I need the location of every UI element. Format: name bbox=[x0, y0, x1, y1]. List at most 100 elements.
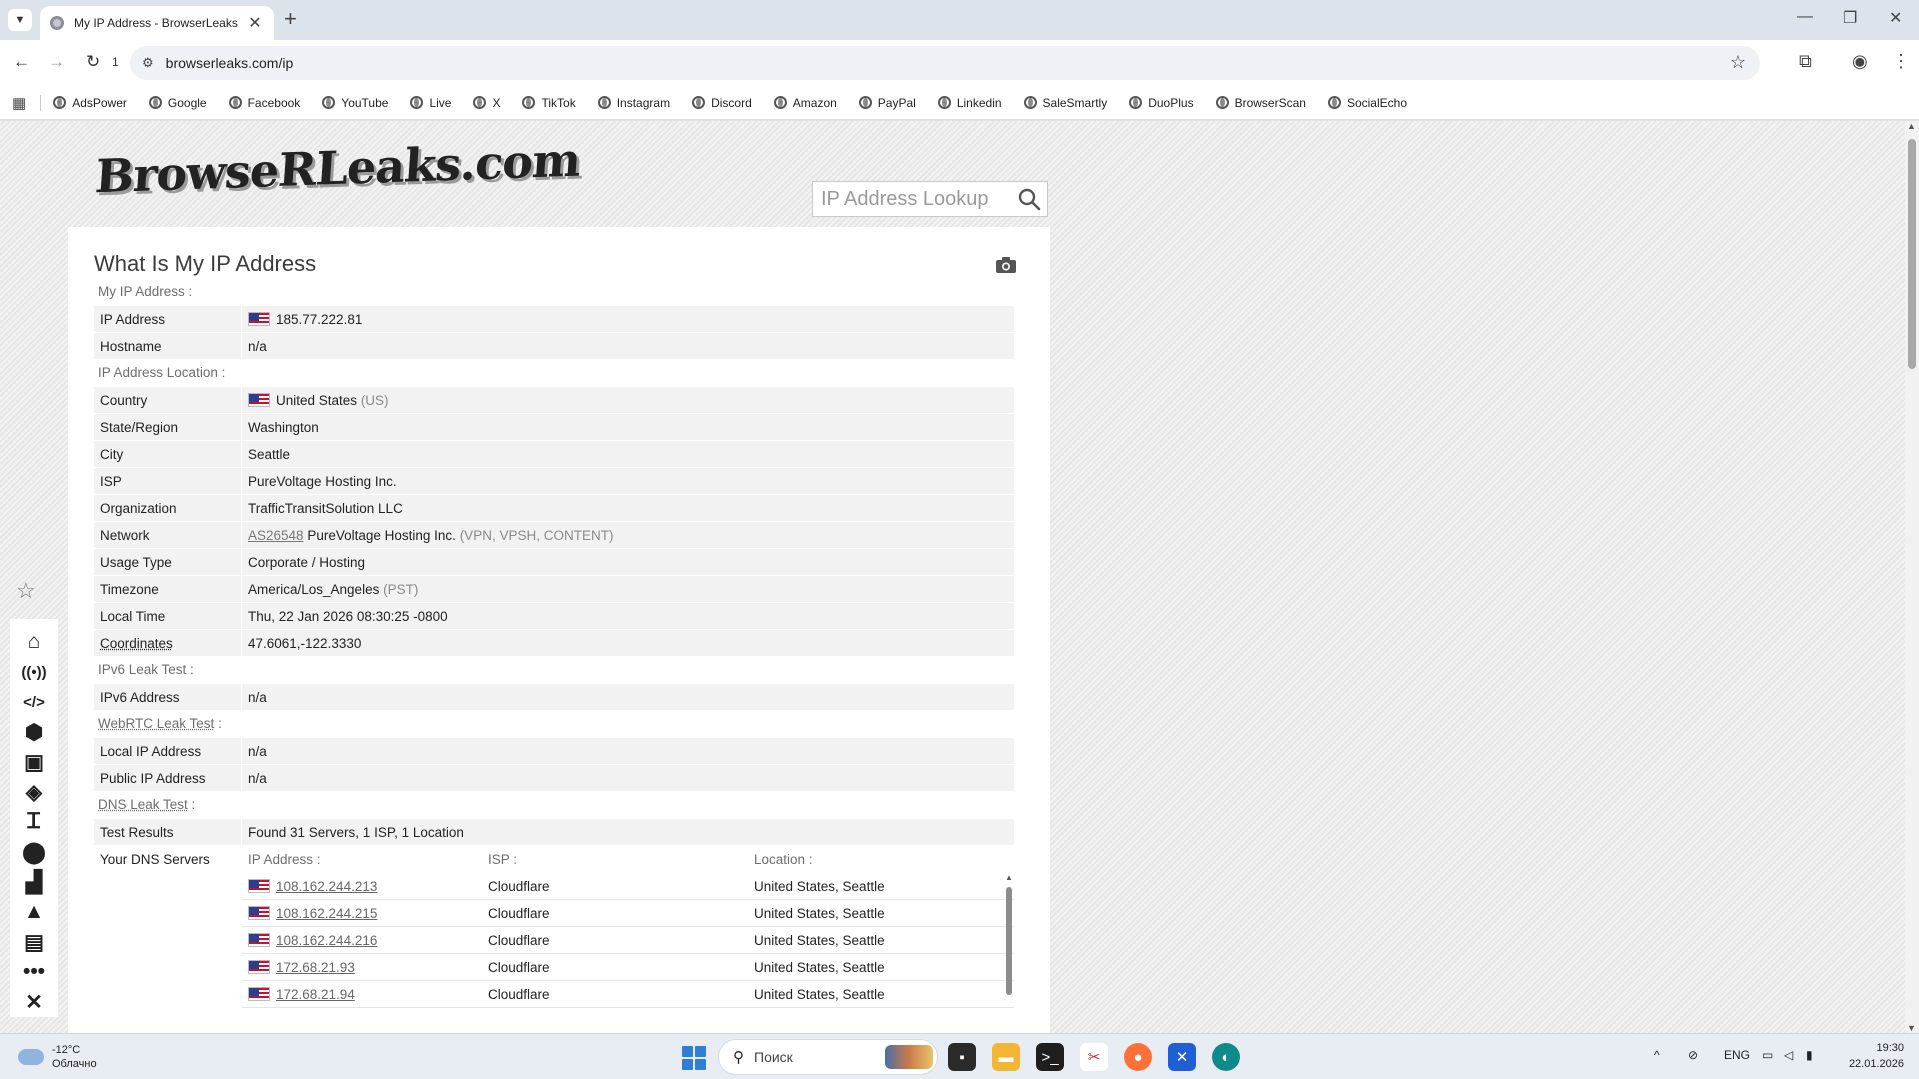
bookmark-x[interactable]: X bbox=[473, 96, 500, 110]
us-flag-icon bbox=[248, 987, 270, 1001]
dns-ip-link[interactable]: 108.162.244.215 bbox=[276, 906, 377, 921]
dns-table-body: 108.162.244.213 Cloudflare United States, … bbox=[242, 873, 1014, 1012]
bookmark-linkedin[interactable]: Linkedin bbox=[937, 96, 1002, 110]
profile-icon[interactable]: ◉ bbox=[1852, 51, 1868, 72]
firefox-icon[interactable]: ● bbox=[1124, 1043, 1152, 1071]
bookmark-tiktok[interactable]: TikTok bbox=[522, 96, 576, 110]
language-indicator[interactable]: ENG bbox=[1724, 1048, 1750, 1062]
minimize-button[interactable]: — bbox=[1797, 8, 1813, 26]
page-scroll-down-icon[interactable]: ▼ bbox=[1907, 1023, 1916, 1033]
bookmark-amazon[interactable]: Amazon bbox=[773, 96, 837, 110]
bookmark-salesmartly[interactable]: SaleSmartly bbox=[1023, 96, 1107, 110]
more-dots-icon[interactable]: ••• bbox=[21, 959, 47, 985]
taskbar-search[interactable]: ⚲ Поиск bbox=[718, 1039, 938, 1075]
weather-widget[interactable]: -12°C Облачно bbox=[18, 1043, 97, 1071]
url-text[interactable]: browserleaks.com/ip bbox=[166, 55, 294, 71]
browserleaks-logo[interactable]: BrowseRLeaks.com bbox=[93, 133, 582, 205]
dns-servers-table[interactable]: IP Address : ISP : Location : 108.162.24… bbox=[242, 846, 1014, 1012]
row-organization: Organization TrafficTransitSolution LLC bbox=[94, 495, 1014, 522]
bookmark-youtube[interactable]: YouTube bbox=[322, 96, 388, 110]
adspower-icon[interactable]: ✕ bbox=[1168, 1043, 1196, 1071]
browser-app-icon[interactable]: ◐ bbox=[1212, 1043, 1240, 1071]
dns-ip-link[interactable]: 172.68.21.94 bbox=[276, 987, 355, 1002]
extensions-icon[interactable]: ⧉ bbox=[1799, 51, 1812, 72]
dns-table-scrollbar[interactable]: ▲ bbox=[1004, 873, 1014, 1012]
bookmark-browserscan[interactable]: BrowserScan bbox=[1215, 96, 1306, 110]
task-view-icon[interactable]: ▪ bbox=[948, 1043, 976, 1071]
dns-leak-test-link[interactable]: DNS Leak Test bbox=[98, 797, 188, 812]
code-icon[interactable]: </> bbox=[21, 689, 47, 715]
file-explorer-icon[interactable]: ▬ bbox=[992, 1043, 1020, 1071]
row-usage-type: Usage Type Corporate / Hosting bbox=[94, 549, 1014, 576]
section-my-ip: My IP Address : bbox=[98, 284, 193, 299]
scroll-up-arrow-icon[interactable]: ▲ bbox=[1005, 873, 1013, 882]
ip-info-card: What Is My IP Address My IP Address : IP… bbox=[68, 227, 1050, 1033]
menu-dots-icon[interactable]: ⋮ bbox=[1892, 51, 1910, 72]
bookmarks-bar: ▦ AdsPower Google Facebook YouTube Live X TikT… bbox=[0, 86, 1919, 120]
bookmark-live[interactable]: Live bbox=[410, 96, 451, 110]
webgl-icon[interactable]: ⬢ bbox=[21, 719, 47, 745]
snipping-tool-icon[interactable]: ✂ bbox=[1080, 1043, 1108, 1071]
reload-icon[interactable]: ↻ bbox=[86, 52, 100, 72]
signal-icon[interactable]: ▟ bbox=[21, 869, 47, 895]
ip-lookup-input[interactable] bbox=[821, 187, 1011, 211]
bookmark-adspower[interactable]: AdsPower bbox=[53, 96, 127, 110]
bookmark-facebook[interactable]: Facebook bbox=[228, 96, 300, 110]
bookmark-google[interactable]: Google bbox=[148, 96, 207, 110]
volume-muted-icon[interactable]: ◁ bbox=[1784, 1048, 1793, 1062]
firewall-icon[interactable]: ▤ bbox=[21, 929, 47, 955]
dns-ip-link[interactable]: 172.68.21.93 bbox=[276, 960, 355, 975]
table-row: 172.68.21.94 Cloudflare United States, Sea… bbox=[242, 981, 1014, 1008]
bookmark-discord[interactable]: Discord bbox=[692, 96, 752, 110]
broadcast-icon[interactable]: ((•)) bbox=[21, 659, 47, 685]
site-info-icon[interactable]: ⚙ bbox=[142, 55, 154, 71]
asn-link[interactable]: AS26548 bbox=[248, 528, 304, 543]
dns-ip-link[interactable]: 108.162.244.216 bbox=[276, 933, 377, 948]
forward-arrow-icon[interactable]: → bbox=[48, 52, 65, 72]
search-highlight-image bbox=[885, 1045, 933, 1069]
dns-scroll-thumb[interactable] bbox=[1006, 887, 1012, 995]
new-tab-button[interactable]: + bbox=[284, 8, 297, 30]
page-scroll-up-icon[interactable]: ▲ bbox=[1907, 121, 1916, 131]
reload-badge: 1 bbox=[112, 55, 119, 69]
tab-browserleaks[interactable]: My IP Address - BrowserLeaks ✕ bbox=[40, 6, 274, 40]
window-close-button[interactable]: ✕ bbox=[1889, 8, 1902, 28]
back-arrow-icon[interactable]: ← bbox=[13, 52, 30, 72]
cube-icon[interactable]: ◈ bbox=[21, 779, 47, 805]
tray-chevron-up-icon[interactable]: ^ bbox=[1654, 1048, 1660, 1062]
search-icon[interactable] bbox=[1017, 187, 1041, 211]
bookmark-star-icon[interactable]: ☆ bbox=[1730, 52, 1746, 73]
row-coordinates: Coordinates 47.6061,-122.3330 bbox=[94, 630, 1014, 657]
location-pin-icon[interactable]: ⬤ bbox=[21, 839, 47, 865]
bookmark-duoplus[interactable]: DuoPlus bbox=[1129, 96, 1194, 110]
cloud-offline-icon[interactable]: ⊘ bbox=[1688, 1048, 1698, 1062]
us-flag-icon bbox=[248, 906, 270, 920]
apps-grid-icon[interactable]: ▦ bbox=[12, 94, 26, 112]
restore-button[interactable]: ❐ bbox=[1843, 8, 1857, 28]
battery-icon[interactable]: ▮ bbox=[1806, 1048, 1813, 1062]
font-icon[interactable]: Ꮖ bbox=[21, 809, 47, 835]
taskbar-clock[interactable]: 19:30 22.01.2026 bbox=[1844, 1040, 1904, 1072]
pin-icon[interactable]: ☆ bbox=[16, 578, 36, 604]
start-button[interactable] bbox=[682, 1046, 706, 1070]
webrtc-leak-test-link[interactable]: WebRTC Leak Test bbox=[98, 716, 214, 731]
page-scrollbar[interactable]: ▲ ▼ bbox=[1905, 121, 1919, 1033]
camera-icon[interactable] bbox=[995, 256, 1017, 274]
bookmark-instagram[interactable]: Instagram bbox=[597, 96, 670, 110]
tab-search-button[interactable]: ▼ bbox=[8, 9, 32, 31]
bookmark-paypal[interactable]: PayPal bbox=[858, 96, 916, 110]
tools-icon[interactable]: ✕ bbox=[21, 989, 47, 1015]
coordinates-link[interactable]: Coordinates bbox=[94, 630, 242, 656]
lock-icon[interactable]: ▲ bbox=[21, 899, 47, 925]
home-icon[interactable]: ⌂ bbox=[21, 629, 47, 655]
address-bar[interactable]: ⚙ browserleaks.com/ip ☆ bbox=[130, 46, 1760, 80]
row-state: State/Region Washington bbox=[94, 414, 1014, 441]
tab-close-button[interactable]: ✕ bbox=[246, 13, 264, 33]
globe-icon bbox=[228, 96, 242, 109]
network-icon[interactable]: ▭ bbox=[1762, 1048, 1773, 1062]
dns-ip-link[interactable]: 108.162.244.213 bbox=[276, 879, 377, 894]
page-scroll-thumb[interactable] bbox=[1908, 139, 1916, 369]
bookmark-socialecho[interactable]: SocialEcho bbox=[1327, 96, 1407, 110]
terminal-icon[interactable]: >_ bbox=[1036, 1043, 1064, 1071]
canvas-image-icon[interactable]: ▣ bbox=[21, 749, 47, 775]
